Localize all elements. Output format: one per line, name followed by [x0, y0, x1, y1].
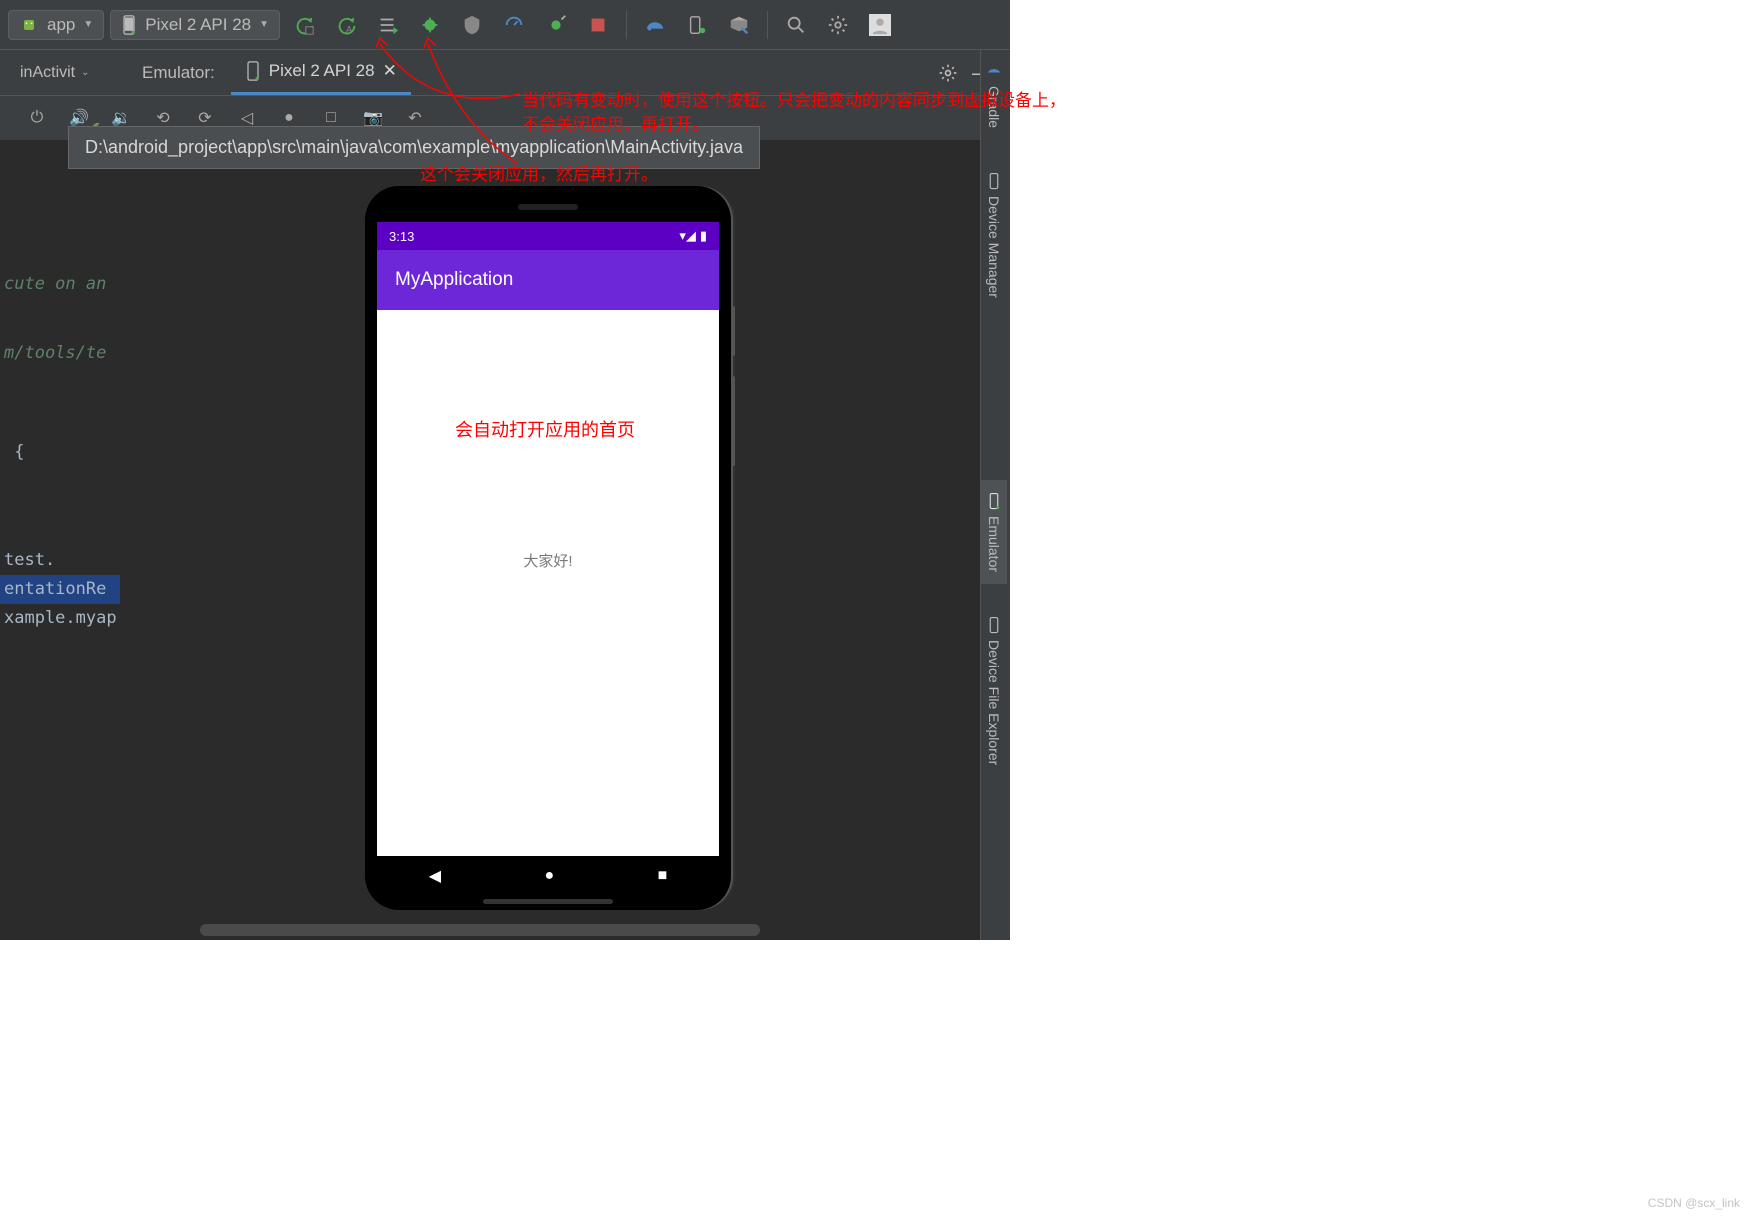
right-tool-rail: Gradle Device Manager Emulator Device Fi…	[980, 50, 1010, 940]
nav-home-icon[interactable]: ●	[544, 867, 554, 885]
nav-back-icon[interactable]: ◀	[429, 866, 441, 886]
code-line: xample.myap	[0, 604, 120, 633]
emulator-device-frame: 3:13 ▾◢ ▮ MyApplication 大家好! ◀ ● ■ 会自动打开…	[365, 186, 731, 910]
code-editor-fragment: cute on an m/tools/te { test. entationRe…	[0, 180, 120, 900]
android-status-bar: 3:13 ▾◢ ▮	[377, 222, 719, 250]
app-title: MyApplication	[395, 269, 513, 291]
rail-device-manager[interactable]: Device Manager	[981, 160, 1007, 310]
run-button[interactable]	[370, 7, 406, 43]
android-nav-bar: ◀ ● ■	[377, 856, 719, 896]
device-label: Pixel 2 API 28	[145, 15, 251, 35]
attach-debugger-button[interactable]	[538, 7, 574, 43]
nav-overview-icon[interactable]: ■	[658, 867, 668, 885]
code-line: m/tools/te	[0, 339, 120, 368]
editor-tab-mainactivity[interactable]: inActivit ⌄	[8, 50, 118, 95]
chevron-down-icon: ▼	[259, 19, 269, 30]
wifi-icon: ▾◢	[679, 228, 696, 244]
volume-button	[731, 376, 735, 466]
sync-gradle-button[interactable]	[637, 7, 673, 43]
phone-icon	[121, 15, 137, 35]
annotation-line2: 不会关闭应用、再打开。	[522, 110, 709, 135]
emulator-tab-active[interactable]: Pixel 2 API 28 ✕	[231, 50, 411, 95]
code-line: cute on an	[0, 270, 120, 299]
phone-icon	[245, 61, 261, 81]
tooltip-text: D:\android_project\app\src\main\java\com…	[85, 137, 743, 157]
phone-icon	[985, 616, 1003, 634]
chevron-down-icon: ⌄	[81, 67, 89, 78]
phone-chin	[483, 899, 613, 904]
avd-manager-button[interactable]	[679, 7, 715, 43]
app-body-text: 大家好!	[523, 553, 572, 570]
separator	[767, 11, 768, 39]
settings-button[interactable]	[820, 7, 856, 43]
tab-label: inActivit	[20, 64, 75, 82]
stop-button[interactable]	[580, 7, 616, 43]
gear-icon[interactable]	[938, 63, 958, 83]
ide-window: app ▼ Pixel 2 API 28 ▼ A inActivit	[0, 0, 1010, 940]
device-dropdown[interactable]: Pixel 2 API 28 ▼	[110, 10, 280, 40]
search-button[interactable]	[778, 7, 814, 43]
separator	[626, 11, 627, 39]
svg-text:A: A	[346, 24, 353, 34]
profiler-button[interactable]	[496, 7, 532, 43]
app-toolbar: MyApplication	[377, 250, 719, 310]
code-line: entationRe	[0, 575, 120, 604]
code-line: test.	[0, 546, 120, 575]
annotation-line1: 当代码有变动时，使用这个按钮。只会把变动的内容同步到虚拟设备上，	[522, 86, 1066, 111]
battery-icon: ▮	[700, 228, 707, 244]
run-config-dropdown[interactable]: app ▼	[8, 10, 104, 40]
phone-icon	[985, 492, 1003, 510]
phone-icon	[985, 172, 1003, 190]
sdk-manager-button[interactable]	[721, 7, 757, 43]
rail-device-file-explorer[interactable]: Device File Explorer	[981, 604, 1007, 777]
annotation-phone: 会自动打开应用的首页	[445, 416, 645, 442]
chevron-down-icon: ▼	[83, 19, 93, 30]
watermark: CSDN @scx_link	[1648, 1196, 1740, 1210]
gradle-icon	[985, 62, 1003, 80]
power-icon[interactable]: ⏻	[24, 105, 50, 131]
code-line: {	[0, 438, 120, 467]
main-toolbar: app ▼ Pixel 2 API 28 ▼ A	[0, 0, 1010, 50]
emulator-tab-label: Pixel 2 API 28	[269, 61, 375, 81]
power-button	[731, 306, 735, 356]
android-icon	[19, 15, 39, 35]
annotation-mid: 这个会关闭应用，然后再打开。	[420, 160, 658, 185]
close-icon[interactable]: ✕	[383, 61, 397, 81]
rail-emulator[interactable]: Emulator	[981, 480, 1007, 584]
emulator-screen[interactable]: 3:13 ▾◢ ▮ MyApplication 大家好!	[377, 222, 719, 856]
user-avatar[interactable]	[862, 7, 898, 43]
apply-changes-button[interactable]: A	[328, 7, 364, 43]
phone-speaker	[518, 204, 578, 210]
horizontal-scrollbar[interactable]	[200, 924, 760, 936]
coverage-button[interactable]	[454, 7, 490, 43]
status-time: 3:13	[389, 229, 414, 244]
debug-button[interactable]	[412, 7, 448, 43]
run-config-label: app	[47, 15, 75, 35]
rerun-button[interactable]	[286, 7, 322, 43]
emulator-label: Emulator:	[118, 63, 231, 83]
